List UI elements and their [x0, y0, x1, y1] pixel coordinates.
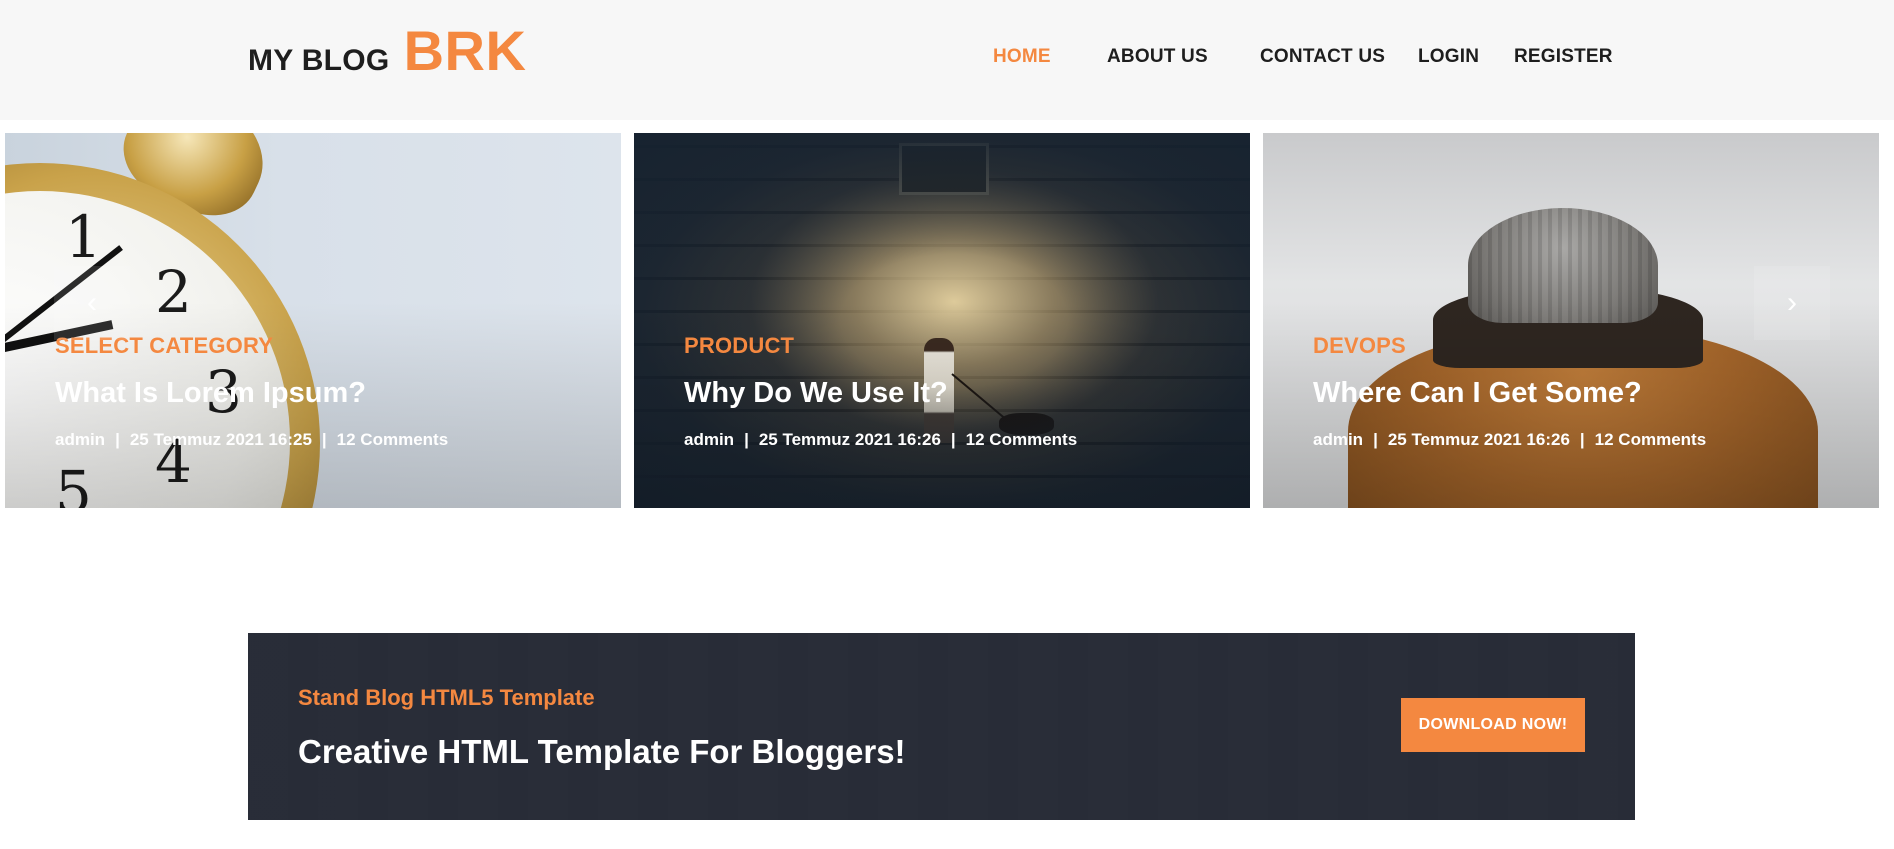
- slide-comments[interactable]: 12 Comments: [966, 430, 1077, 449]
- call-to-action-banner: Stand Blog HTML5 Template Creative HTML …: [248, 633, 1635, 820]
- meta-separator: |: [744, 430, 749, 449]
- nav-item-about-us[interactable]: ABOUT US: [1107, 46, 1208, 68]
- site-header: MY BLOG BRK HOME ABOUT US CONTACT US LOG…: [0, 0, 1894, 120]
- slide-title[interactable]: What Is Lorem Ipsum?: [55, 377, 595, 410]
- slide-category[interactable]: PRODUCT: [684, 333, 1224, 359]
- nav-item-register[interactable]: REGISTER: [1514, 46, 1613, 68]
- slide-date[interactable]: 25 Temmuz 2021 16:26: [759, 430, 941, 449]
- chevron-left-icon: ‹: [87, 286, 97, 319]
- slide-author[interactable]: admin: [684, 430, 734, 449]
- slide-date[interactable]: 25 Temmuz 2021 16:26: [1388, 430, 1570, 449]
- slide-comments[interactable]: 12 Comments: [1595, 430, 1706, 449]
- slide-author[interactable]: admin: [55, 430, 105, 449]
- slide-date[interactable]: 25 Temmuz 2021 16:25: [130, 430, 312, 449]
- slide-caption: SELECT CATEGORY What Is Lorem Ipsum? adm…: [55, 333, 595, 450]
- nav-item-home[interactable]: HOME: [993, 46, 1051, 68]
- slide-comments[interactable]: 12 Comments: [337, 430, 448, 449]
- nav-item-contact-us[interactable]: CONTACT US: [1260, 46, 1385, 68]
- carousel-next-button[interactable]: ›: [1754, 266, 1830, 340]
- nav-item-login[interactable]: LOGIN: [1418, 46, 1479, 68]
- slide-caption: PRODUCT Why Do We Use It? admin | 25 Temmu…: [684, 333, 1224, 450]
- meta-separator: |: [950, 430, 956, 449]
- meta-separator: |: [1579, 430, 1585, 449]
- slide-category[interactable]: SELECT CATEGORY: [55, 333, 595, 359]
- cta-title: Creative HTML Template For Bloggers!: [298, 733, 906, 770]
- slide-caption: DEVOPS Where Can I Get Some? admin | 25 Te…: [1313, 333, 1853, 450]
- chevron-right-icon: ›: [1787, 286, 1797, 319]
- slide-title[interactable]: Why Do We Use It?: [684, 377, 1224, 410]
- slide-overlay: [634, 133, 1250, 508]
- slide-meta: admin | 25 Temmuz 2021 16:26 | 12 Comments: [1313, 430, 1853, 450]
- carousel-prev-button[interactable]: ‹: [54, 266, 130, 340]
- meta-separator: |: [115, 430, 120, 449]
- carousel-slide[interactable]: PRODUCT Why Do We Use It? admin | 25 Temmu…: [634, 133, 1250, 508]
- main-nav: HOME ABOUT US CONTACT US LOGIN REGISTER: [0, 46, 1894, 70]
- cta-subtitle: Stand Blog HTML5 Template: [298, 685, 595, 710]
- meta-separator: |: [1373, 430, 1378, 449]
- download-now-button[interactable]: DOWNLOAD NOW!: [1401, 698, 1585, 752]
- slide-title[interactable]: Where Can I Get Some?: [1313, 377, 1853, 410]
- slide-author[interactable]: admin: [1313, 430, 1363, 449]
- featured-posts-carousel: 1 2 3 4 5 SELECT CATEGORY What Is Lorem …: [0, 133, 1894, 508]
- meta-separator: |: [321, 430, 327, 449]
- slide-meta: admin | 25 Temmuz 2021 16:25 | 12 Comments: [55, 430, 595, 450]
- slide-meta: admin | 25 Temmuz 2021 16:26 | 12 Comments: [684, 430, 1224, 450]
